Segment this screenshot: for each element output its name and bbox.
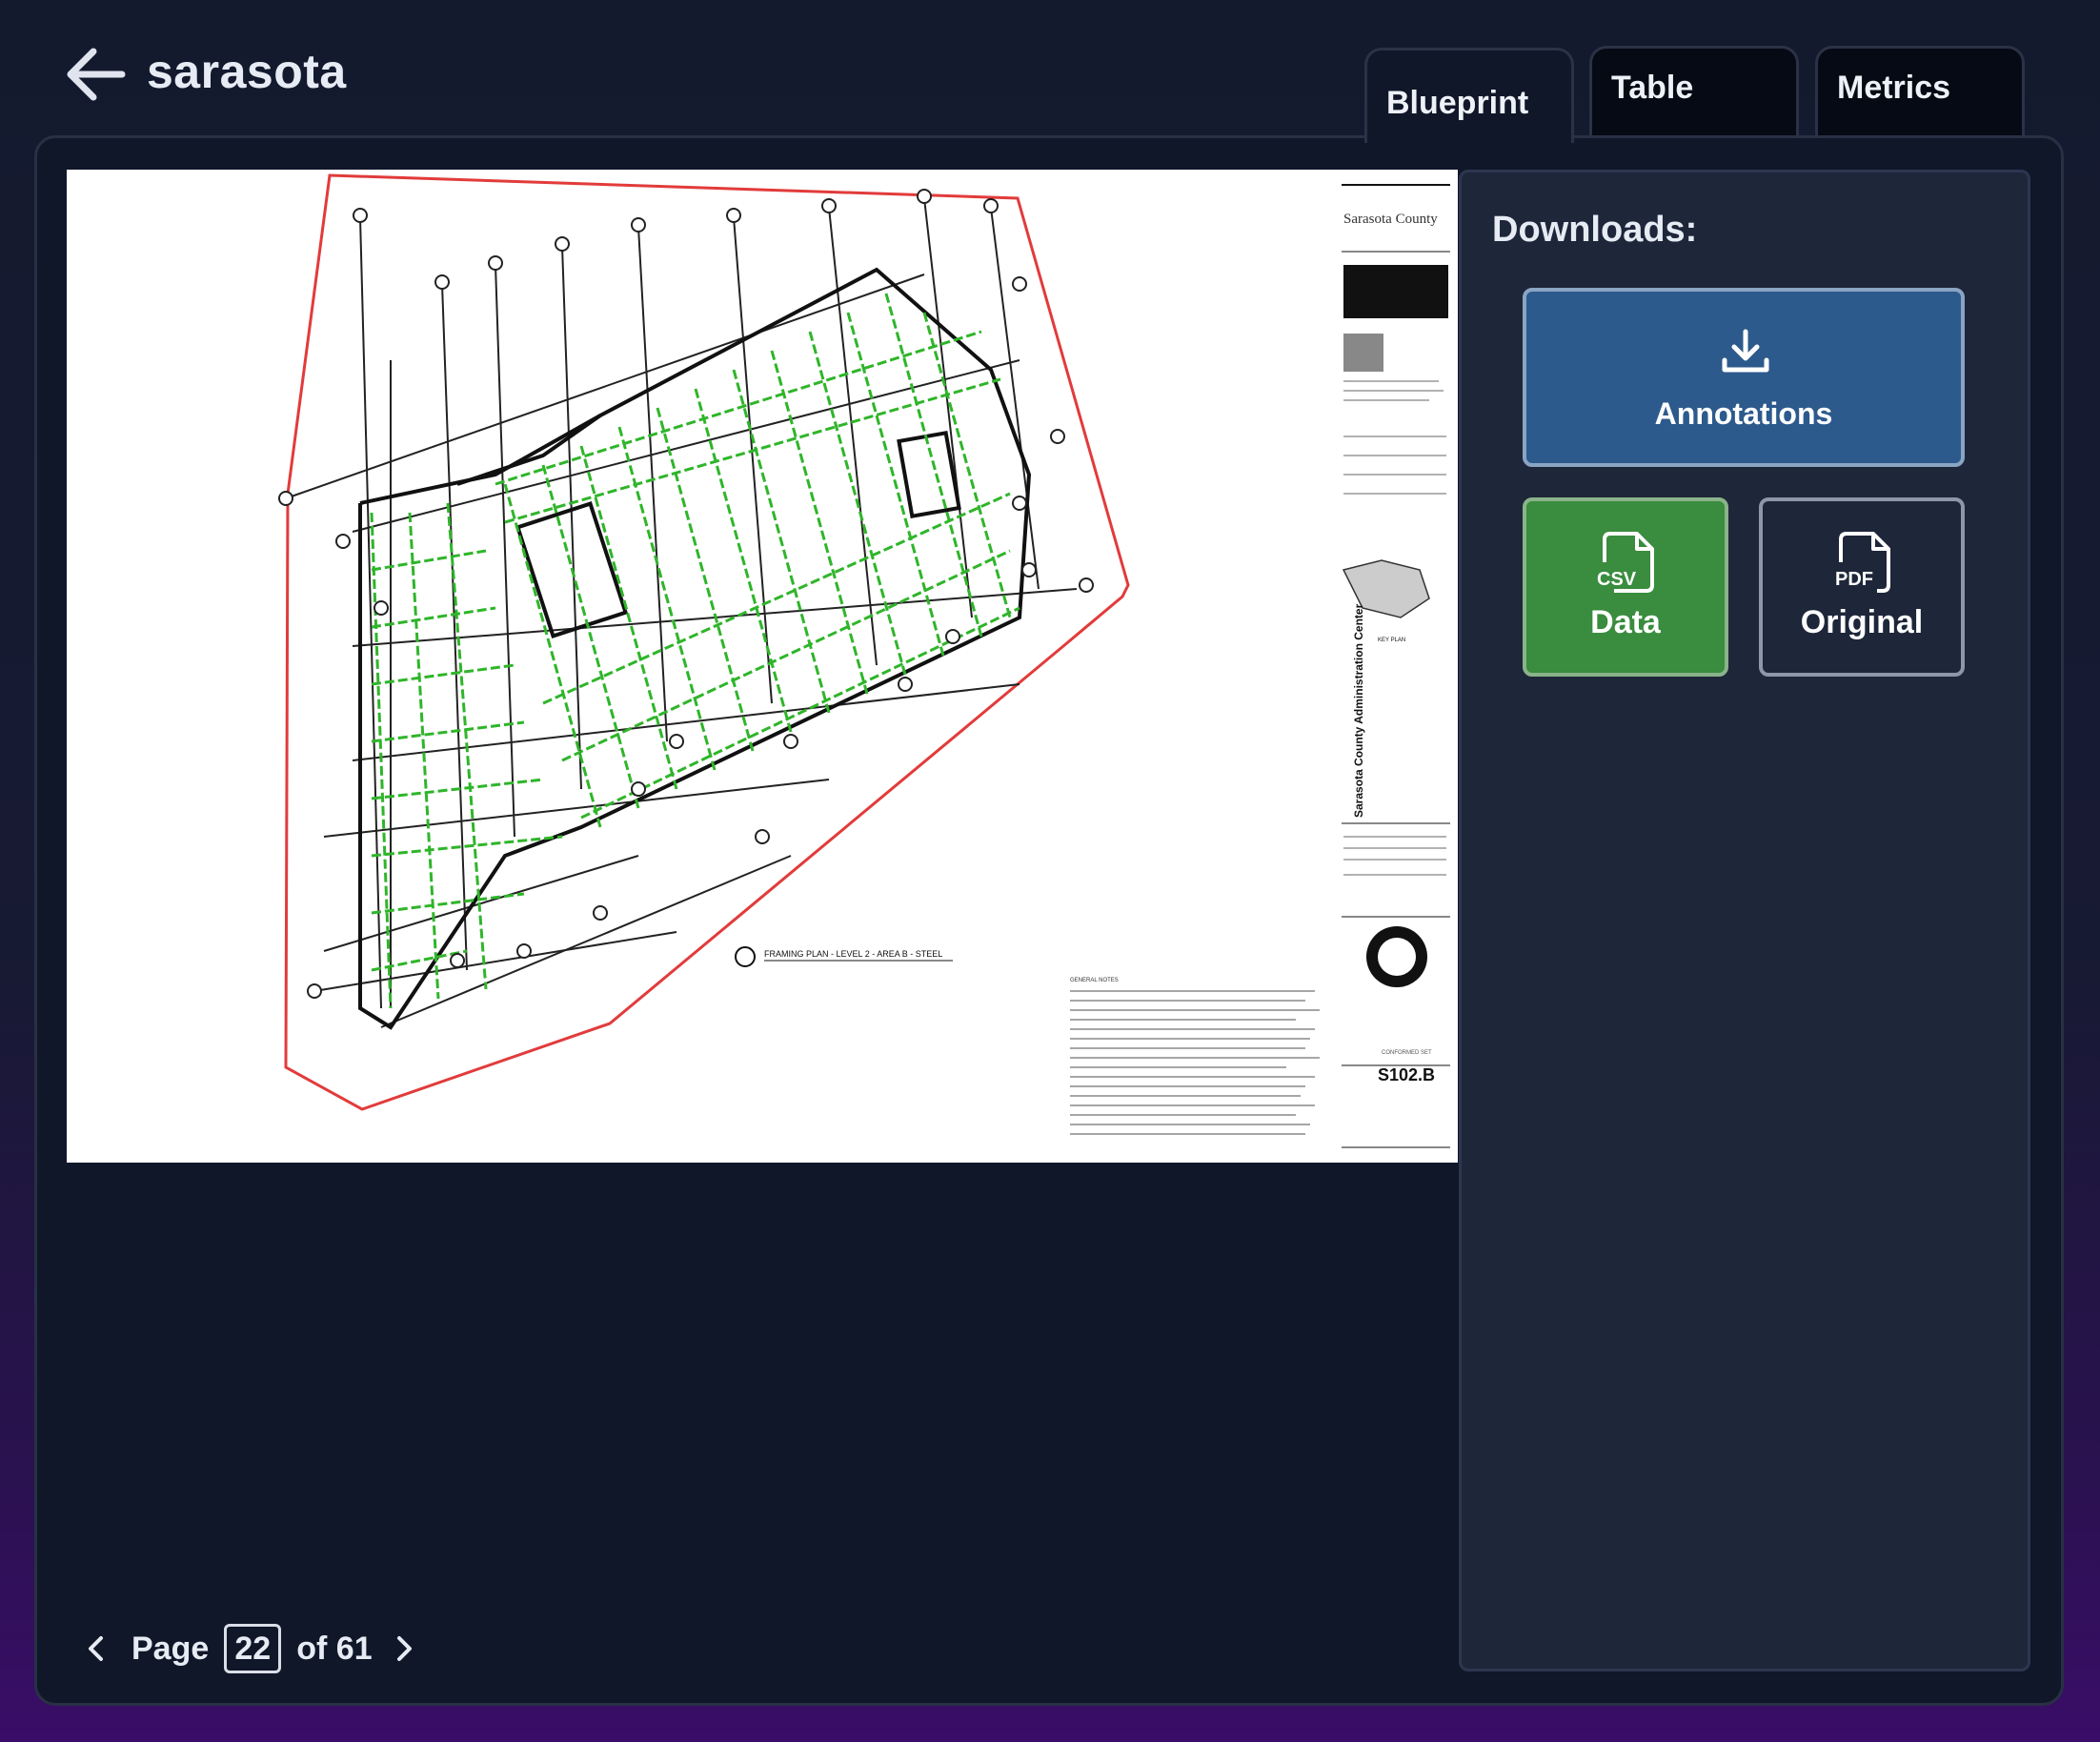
page-title: sarasota (147, 45, 347, 98)
page-total-label: of 61 (296, 1630, 373, 1667)
pagination: Page 22 of 61 (84, 1620, 416, 1677)
chevron-left-icon[interactable] (84, 1634, 109, 1663)
page-label: Page (131, 1630, 210, 1667)
annotations-label: Annotations (1654, 396, 1833, 431)
data-label: Data (1590, 604, 1661, 640)
detail-bubble (735, 946, 756, 967)
plan-caption: FRAMING PLAN - LEVEL 2 - AREA B - STEEL (764, 949, 942, 959)
downloads-heading: Downloads: (1492, 210, 1698, 250)
beam-lines (370, 293, 1020, 1009)
download-icon (1722, 329, 1769, 373)
download-data-button[interactable]: CSV Data (1523, 497, 1728, 677)
original-label: Original (1800, 604, 1924, 640)
page-number-input[interactable]: 22 (224, 1624, 282, 1673)
tab-blueprint[interactable]: Blueprint (1364, 48, 1574, 143)
svg-text:CONFORMED SET: CONFORMED SET (1382, 1050, 1432, 1056)
blueprint-sheet[interactable]: FRAMING PLAN - LEVEL 2 - AREA B - STEEL … (67, 170, 1458, 1163)
chevron-right-icon[interactable] (392, 1634, 416, 1663)
svg-text:GENERAL NOTES: GENERAL NOTES (1070, 978, 1119, 983)
back-arrow-icon[interactable] (65, 46, 126, 103)
general-notes: GENERAL NOTES (1070, 978, 1320, 1135)
svg-text:Sarasota County Administration: Sarasota County Administration Center (1352, 603, 1365, 818)
grid-lines (285, 197, 1078, 1028)
csv-file-icon: CSV (1597, 532, 1654, 593)
title-block: Sarasota County KEY PLAN Sarasota County… (1342, 184, 1450, 1148)
svg-text:KEY PLAN: KEY PLAN (1378, 638, 1405, 643)
tab-table[interactable]: Table (1589, 46, 1799, 137)
sheet-number: S102.B (1378, 1065, 1435, 1084)
blueprint-drawing: FRAMING PLAN - LEVEL 2 - AREA B - STEEL … (278, 173, 1450, 1148)
tab-metrics[interactable]: Metrics (1815, 46, 2025, 137)
svg-text:PDF: PDF (1835, 569, 1873, 590)
svg-text:Sarasota County: Sarasota County (1343, 212, 1438, 227)
svg-text:CSV: CSV (1597, 569, 1637, 590)
download-original-button[interactable]: PDF Original (1759, 497, 1965, 677)
pdf-file-icon: PDF (1835, 532, 1890, 593)
download-annotations-button[interactable]: Annotations (1523, 288, 1965, 467)
